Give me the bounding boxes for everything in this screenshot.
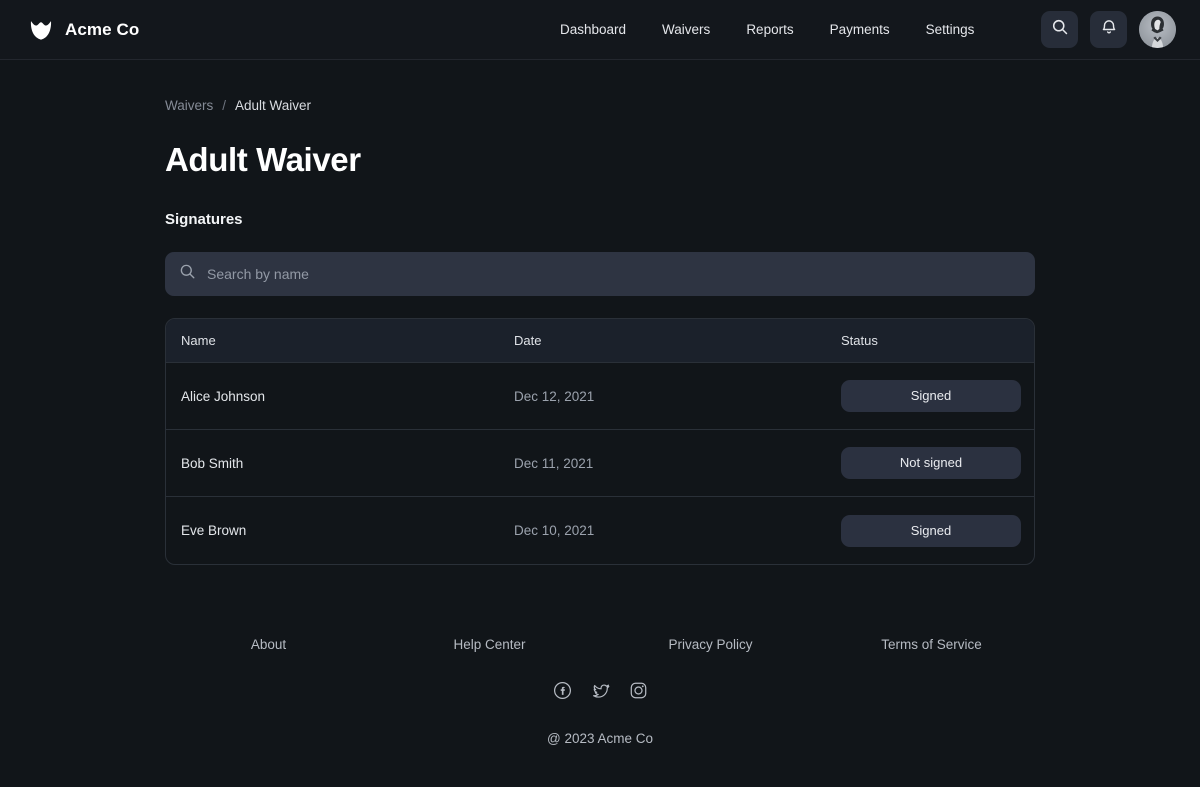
cell-name: Bob Smith — [166, 456, 514, 471]
cell-status: Signed — [841, 380, 1034, 412]
search-input[interactable] — [207, 266, 1021, 282]
facebook-icon[interactable] — [553, 681, 572, 705]
brand-logo-link[interactable]: Acme Co — [30, 20, 139, 40]
brand-name: Acme Co — [65, 20, 139, 40]
footer-link-terms-of-service[interactable]: Terms of Service — [821, 637, 1042, 652]
search-icon — [179, 263, 196, 285]
cell-name: Eve Brown — [166, 523, 514, 538]
avatar[interactable] — [1139, 11, 1176, 48]
table-row[interactable]: Bob Smith Dec 11, 2021 Not signed — [166, 430, 1034, 497]
bat-logo-icon — [30, 20, 52, 40]
copyright-text: @ 2023 Acme Co — [0, 731, 1200, 746]
main-content: Waivers / Adult Waiver Adult Waiver Sign… — [0, 60, 1200, 746]
status-badge[interactable]: Signed — [841, 515, 1021, 547]
cell-date: Dec 10, 2021 — [514, 523, 841, 538]
header-actions — [1041, 11, 1176, 48]
column-header-status: Status — [841, 333, 1034, 348]
footer-link-help-center[interactable]: Help Center — [379, 637, 600, 652]
cell-status: Signed — [841, 515, 1034, 547]
breadcrumb-item-current[interactable]: Adult Waiver — [235, 98, 311, 113]
cell-date: Dec 12, 2021 — [514, 389, 841, 404]
breadcrumb: Waivers / Adult Waiver — [165, 60, 1200, 113]
nav-item-waivers[interactable]: Waivers — [662, 22, 710, 37]
footer-link-privacy-policy[interactable]: Privacy Policy — [600, 637, 821, 652]
footer-link-about[interactable]: About — [158, 637, 379, 652]
breadcrumb-separator: / — [222, 98, 226, 113]
page-title: Adult Waiver — [165, 141, 1200, 179]
nav-item-settings[interactable]: Settings — [926, 22, 975, 37]
avatar-photo — [1139, 11, 1176, 48]
bell-icon — [1100, 18, 1118, 41]
nav-item-payments[interactable]: Payments — [830, 22, 890, 37]
status-badge[interactable]: Not signed — [841, 447, 1021, 479]
search-icon — [1051, 18, 1069, 41]
table-row[interactable]: Eve Brown Dec 10, 2021 Signed — [166, 497, 1034, 564]
instagram-icon[interactable] — [629, 681, 648, 705]
cell-date: Dec 11, 2021 — [514, 456, 841, 471]
footer-links: About Help Center Privacy Policy Terms o… — [0, 637, 1200, 652]
column-header-name: Name — [166, 333, 514, 348]
nav-item-dashboard[interactable]: Dashboard — [560, 22, 626, 37]
twitter-icon[interactable] — [591, 681, 610, 705]
notifications-button[interactable] — [1090, 11, 1127, 48]
nav-item-reports[interactable]: Reports — [746, 22, 793, 37]
table-row[interactable]: Alice Johnson Dec 12, 2021 Signed — [166, 363, 1034, 430]
search-field-container[interactable] — [165, 252, 1035, 296]
cell-name: Alice Johnson — [166, 389, 514, 404]
cell-status: Not signed — [841, 447, 1034, 479]
page-footer: About Help Center Privacy Policy Terms o… — [0, 637, 1200, 746]
breadcrumb-item-waivers[interactable]: Waivers — [165, 98, 213, 113]
status-badge[interactable]: Signed — [841, 380, 1021, 412]
signatures-table: Name Date Status Alice Johnson Dec 12, 2… — [165, 318, 1035, 565]
column-header-date: Date — [514, 333, 841, 348]
primary-nav: Dashboard Waivers Reports Payments Setti… — [560, 22, 974, 37]
table-header-row: Name Date Status — [166, 319, 1034, 363]
section-title-signatures: Signatures — [165, 211, 1200, 228]
social-links — [0, 681, 1200, 705]
search-button[interactable] — [1041, 11, 1078, 48]
top-header: Acme Co Dashboard Waivers Reports Paymen… — [0, 0, 1200, 60]
